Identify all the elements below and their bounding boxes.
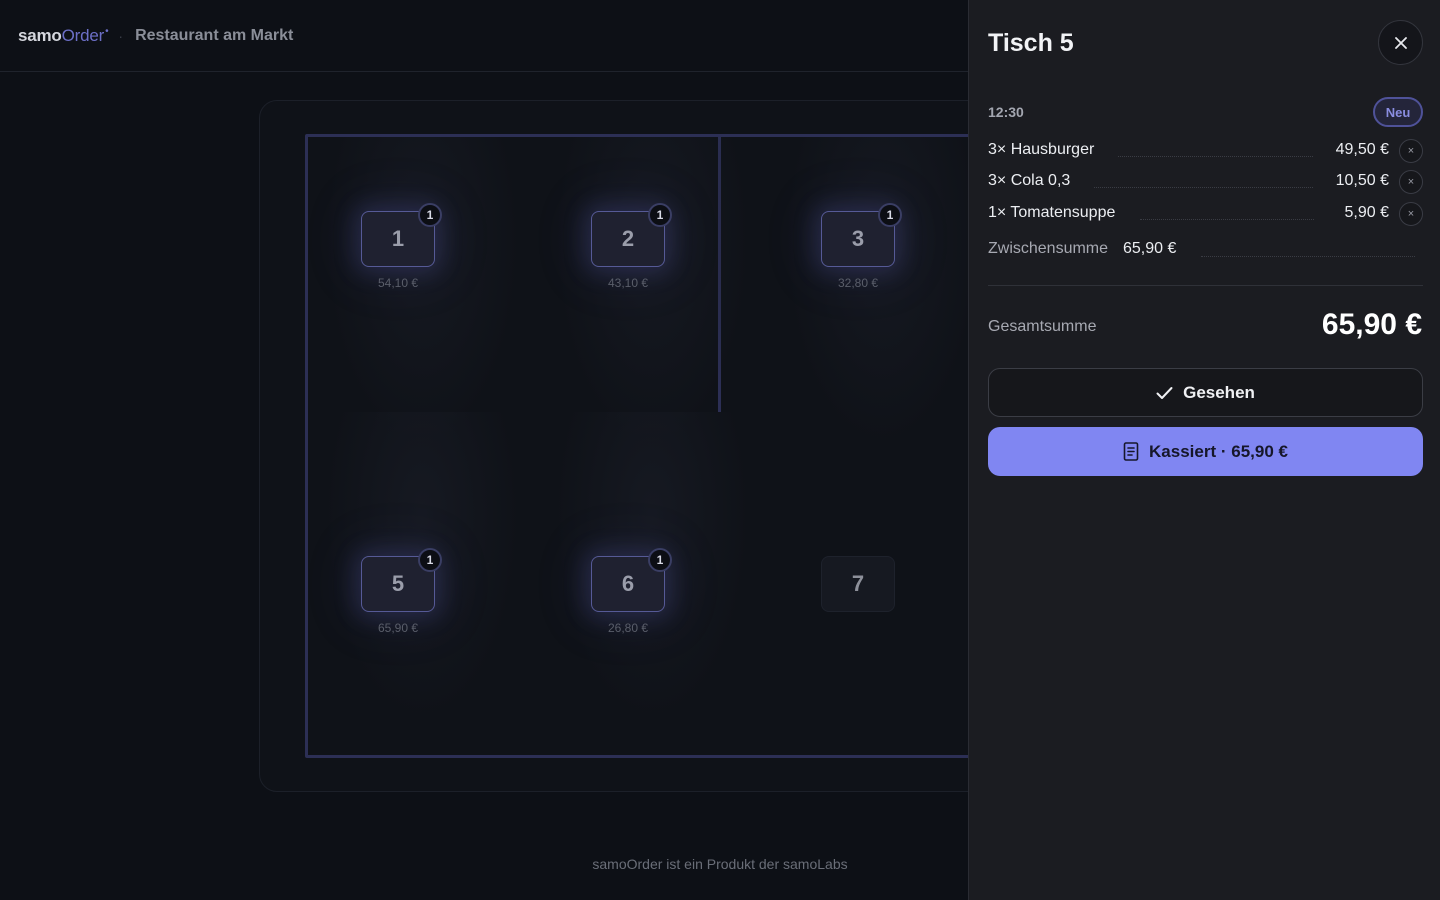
item-price: 10,50 €: [1335, 172, 1389, 189]
order-count-badge: 1: [648, 548, 672, 572]
order-count-badge: 1: [418, 203, 442, 227]
table-number: 5: [391, 571, 405, 596]
table-1[interactable]: 1 1: [361, 203, 442, 267]
table-amount: 26,80 €: [607, 621, 649, 635]
header-separator: ·: [118, 27, 124, 44]
logo-primary: samo: [18, 25, 62, 45]
status-badge[interactable]: Neu: [1373, 97, 1423, 127]
table-amount: 54,10 €: [377, 276, 419, 290]
order-count-badge: 1: [648, 203, 672, 227]
close-icon: [1394, 36, 1407, 49]
remove-item-button[interactable]: ×: [1399, 202, 1423, 226]
item-name: 3× Hausburger: [988, 141, 1095, 158]
item-dots: [1118, 156, 1313, 157]
order-time: 12:30: [988, 104, 1024, 120]
table-number: 1: [391, 226, 405, 251]
subtotal-value: 65,90 €: [1123, 240, 1177, 257]
table-7[interactable]: 7: [821, 556, 895, 612]
logo-secondary: Order: [61, 25, 105, 45]
table-number: 6: [621, 571, 635, 596]
order-item: 1× Tomatensuppe 5,90 € ×: [988, 202, 1423, 226]
table-number: 7: [851, 571, 865, 596]
panel-title: Tisch 5: [988, 29, 1074, 57]
divider: [988, 285, 1423, 286]
paid-button[interactable]: Kassiert · 65,90 €: [988, 427, 1423, 476]
item-name: 3× Cola 0,3: [988, 172, 1071, 189]
receipt-icon: [1123, 442, 1139, 461]
close-button[interactable]: [1378, 20, 1423, 65]
total-label: Gesamtsumme: [988, 318, 1097, 335]
order-item: 3× Cola 0,3 10,50 € ×: [988, 170, 1423, 194]
table-amount: 43,10 €: [607, 276, 649, 290]
paid-button-label: Kassiert · 65,90 €: [1149, 441, 1288, 461]
table-6[interactable]: 6 1: [591, 548, 672, 612]
table-number: 3: [851, 226, 865, 251]
order-count-badge: 1: [878, 203, 902, 227]
table-amount: 32,80 €: [837, 276, 879, 290]
order-count-badge: 1: [418, 548, 442, 572]
item-name: 1× Tomatensuppe: [988, 204, 1116, 221]
table-detail-panel: Tisch 5 12:30 Neu 3× Hausburger 49,50 € …: [968, 0, 1440, 900]
item-dots: [1094, 187, 1313, 188]
logo-mark: •: [105, 25, 109, 37]
remove-item-button[interactable]: ×: [1399, 170, 1423, 194]
item-price: 5,90 €: [1344, 204, 1389, 221]
table-slot-3: [767, 137, 997, 482]
item-price: 49,50 €: [1335, 141, 1389, 158]
table-number: 2: [621, 226, 635, 251]
table-5[interactable]: 5 1: [361, 548, 442, 612]
total-value: 65,90 €: [1321, 308, 1422, 341]
table-3[interactable]: 3 1: [821, 203, 902, 267]
restaurant-name: Restaurant am Markt: [135, 26, 294, 44]
item-dots: [1140, 219, 1314, 220]
check-icon: [1156, 386, 1173, 399]
table-2[interactable]: 2 1: [591, 203, 672, 267]
seen-button[interactable]: Gesehen: [988, 368, 1423, 417]
order-item: 3× Hausburger 49,50 € ×: [988, 139, 1423, 163]
subtotal-label: Zwischensumme: [988, 240, 1109, 257]
subtotal-dots: [1201, 256, 1415, 257]
top-bar: samo Order • · Restaurant am Markt: [0, 0, 968, 72]
app-logo[interactable]: samo Order •: [18, 25, 109, 46]
table-amount: 65,90 €: [377, 621, 419, 635]
remove-item-button[interactable]: ×: [1399, 139, 1423, 163]
seen-button-label: Gesehen: [1183, 382, 1255, 402]
